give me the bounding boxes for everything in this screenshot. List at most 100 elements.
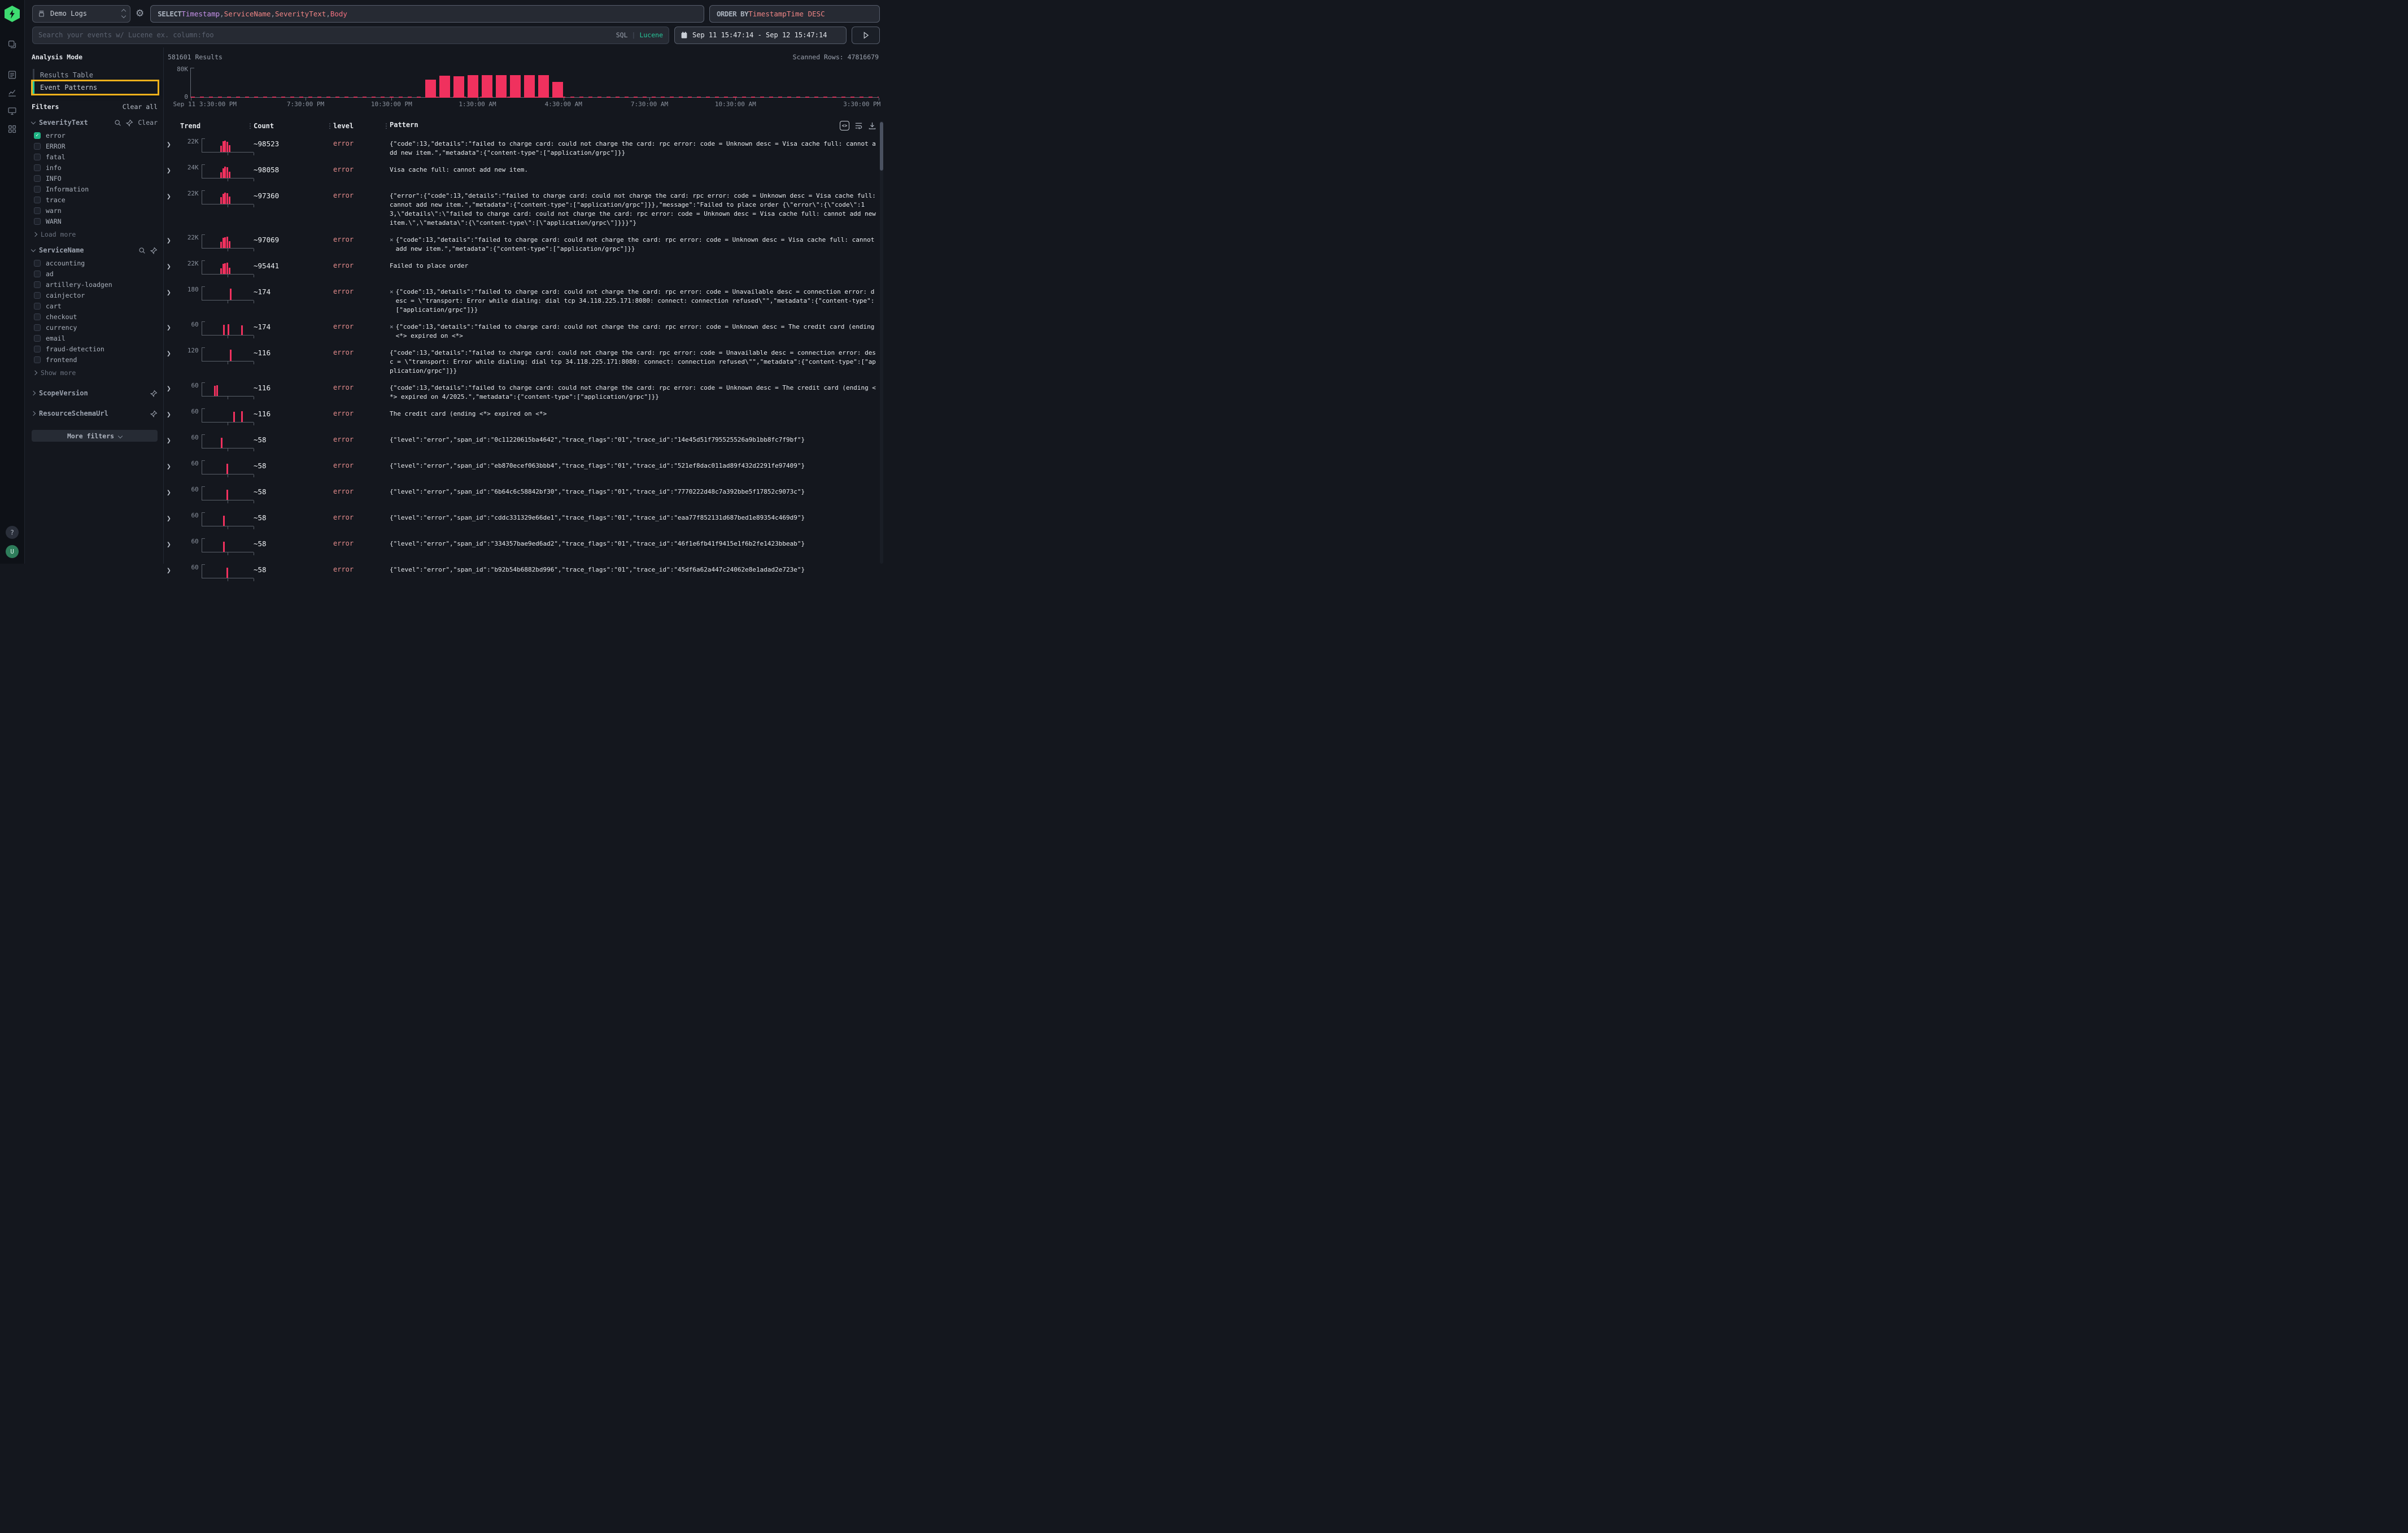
filter-option-trace[interactable]: trace	[34, 197, 158, 203]
checkbox[interactable]	[34, 154, 41, 160]
count-col-menu-icon[interactable]: ⋮	[326, 122, 333, 130]
pattern-row[interactable]: ❯22K~98523error{"code":13,"details":"fai…	[167, 134, 878, 160]
filter-option-warn[interactable]: warn	[34, 207, 158, 214]
expand-row-chevron-icon[interactable]: ❯	[167, 319, 180, 332]
filter-option-cart[interactable]: cart	[34, 303, 158, 310]
filter-option-accounting[interactable]: accounting	[34, 260, 158, 267]
data-source-select[interactable]: Demo Logs	[32, 5, 130, 23]
checkbox[interactable]	[34, 143, 41, 150]
filter-option-ERROR[interactable]: ERROR	[34, 143, 158, 150]
checkbox[interactable]	[34, 218, 41, 225]
filter-option-email[interactable]: email	[34, 335, 158, 342]
pattern-cell[interactable]: {"code":13,"details":"failed to charge c…	[390, 380, 878, 402]
checkbox[interactable]	[34, 207, 41, 214]
histogram-bar[interactable]	[453, 76, 464, 98]
pattern-cell[interactable]: Failed to place order	[390, 258, 878, 271]
services-grid-icon[interactable]	[4, 120, 21, 137]
chevron-down-icon[interactable]	[31, 247, 36, 251]
pattern-cell[interactable]: {"level":"error","span_id":"b92b54b6882b…	[390, 562, 878, 574]
col-trend[interactable]: Trend	[180, 122, 200, 130]
pattern-row[interactable]: ❯60~58error{"level":"error","span_id":"6…	[167, 482, 878, 508]
filter-option-fraud-detection[interactable]: fraud-detection	[34, 346, 158, 352]
pattern-row[interactable]: ❯60~116error{"code":13,"details":"failed…	[167, 378, 878, 404]
pattern-row[interactable]: ❯60~58error{"level":"error","span_id":"e…	[167, 456, 878, 482]
checkbox[interactable]	[34, 292, 41, 299]
pin-icon[interactable]	[150, 247, 158, 254]
filter-option-artillery-loadgen[interactable]: artillery-loadgen	[34, 281, 158, 288]
logs-list-icon[interactable]	[4, 66, 21, 83]
col-count[interactable]: Count	[254, 122, 274, 130]
col-level[interactable]: level	[333, 122, 354, 130]
load-more-link[interactable]: Load more	[33, 230, 158, 238]
filter-group-ScopeVersion[interactable]: ScopeVersion	[32, 389, 158, 397]
results-histogram[interactable]: 80K 0 Sep 11 3:30:00 PM7:30:00 PM10:30:0…	[167, 68, 883, 108]
filter-option-frontend[interactable]: frontend	[34, 356, 158, 363]
filter-option-Information[interactable]: Information	[34, 186, 158, 193]
histogram-bar[interactable]	[552, 82, 563, 98]
pattern-cell[interactable]: {"error":{"code":13,"details":"failed to…	[390, 188, 878, 228]
pattern-cell[interactable]: ×{"code":13,"details":"failed to charge …	[390, 319, 878, 341]
checkbox[interactable]	[34, 324, 41, 331]
expand-row-chevron-icon[interactable]: ❯	[167, 432, 180, 445]
orderby-query-input[interactable]: ORDER BY TimestampTime DESC	[709, 5, 880, 23]
pattern-cell[interactable]: ×{"code":13,"details":"failed to charge …	[390, 232, 878, 254]
expand-row-chevron-icon[interactable]: ❯	[167, 484, 180, 497]
filter-option-checkout[interactable]: checkout	[34, 313, 158, 320]
clear-filter-button[interactable]: Clear	[138, 119, 158, 127]
checkbox[interactable]	[34, 164, 41, 171]
pattern-row[interactable]: ❯120~116error{"code":13,"details":"faile…	[167, 343, 878, 378]
pattern-cell[interactable]: {"code":13,"details":"failed to charge c…	[390, 345, 878, 376]
show-more-link[interactable]: Show more	[33, 369, 158, 377]
histogram-bar[interactable]	[510, 75, 521, 98]
histogram-bar[interactable]	[425, 80, 436, 98]
pin-icon[interactable]	[150, 390, 158, 397]
checkbox[interactable]	[34, 303, 41, 310]
expand-row-chevron-icon[interactable]: ❯	[167, 232, 180, 245]
pattern-row[interactable]: ❯180~174error×{"code":13,"details":"fail…	[167, 282, 878, 317]
app-logo-lightning-icon[interactable]	[5, 6, 20, 22]
pattern-row[interactable]: ❯60~58error{"level":"error","span_id":"c…	[167, 508, 878, 534]
pattern-row[interactable]: ❯60~58error{"level":"error","span_id":"3…	[167, 534, 878, 560]
filter-option-info[interactable]: info	[34, 164, 158, 171]
wrap-text-icon[interactable]	[854, 121, 863, 130]
checkbox[interactable]	[34, 197, 41, 203]
pin-icon[interactable]	[150, 410, 158, 417]
filter-group-name[interactable]: ServiceName	[39, 246, 134, 254]
histogram-bar[interactable]	[524, 75, 535, 98]
clear-all-filters-button[interactable]: Clear all	[123, 103, 158, 111]
expand-row-chevron-icon[interactable]: ❯	[167, 380, 180, 393]
trend-col-menu-icon[interactable]: ⋮	[247, 122, 254, 130]
histogram-bar[interactable]	[468, 75, 478, 98]
expand-row-chevron-icon[interactable]: ❯	[167, 258, 180, 271]
download-icon[interactable]	[868, 121, 876, 130]
expand-row-chevron-icon[interactable]: ❯	[167, 458, 180, 471]
monitor-icon[interactable]	[4, 102, 21, 119]
histogram-bar[interactable]	[439, 76, 450, 98]
pin-icon[interactable]	[126, 119, 133, 127]
pattern-row[interactable]: ❯60~174error×{"code":13,"details":"faile…	[167, 317, 878, 343]
select-query-input[interactable]: SELECT Timestamp, ServiceName, SeverityT…	[150, 5, 704, 23]
pattern-row[interactable]: ❯60~58error{"level":"error","span_id":"0…	[167, 430, 878, 456]
panels-stack-icon[interactable]	[4, 36, 21, 53]
filter-option-currency[interactable]: currency	[34, 324, 158, 331]
histogram-bar[interactable]	[538, 75, 549, 98]
pattern-cell[interactable]: The credit card (ending <*> expired on <…	[390, 406, 878, 419]
view-code-icon[interactable]: <>	[840, 121, 849, 130]
expand-row-chevron-icon[interactable]: ❯	[167, 406, 180, 419]
filter-option-INFO[interactable]: INFO	[34, 175, 158, 182]
expand-row-chevron-icon[interactable]: ❯	[167, 510, 180, 523]
pattern-cell[interactable]: {"level":"error","span_id":"6b64c6c58842…	[390, 484, 878, 497]
checkbox[interactable]	[34, 260, 41, 267]
filter-group-name[interactable]: SeverityText	[39, 119, 110, 127]
pattern-row[interactable]: ❯22K~95441errorFailed to place order	[167, 256, 878, 282]
filter-option-WARN[interactable]: WARN	[34, 218, 158, 225]
vertical-scrollbar[interactable]	[880, 121, 883, 564]
pattern-cell[interactable]: {"level":"error","span_id":"0c11220615ba…	[390, 432, 878, 445]
filter-option-error[interactable]: ✓error	[34, 132, 158, 139]
checkbox[interactable]: ✓	[34, 132, 41, 139]
level-col-menu-icon[interactable]: ⋮	[383, 122, 390, 130]
user-avatar[interactable]: U	[6, 545, 19, 558]
scrollbar-thumb[interactable]	[880, 122, 883, 171]
checkbox[interactable]	[34, 356, 41, 363]
more-filters-button[interactable]: More filters	[32, 430, 158, 442]
